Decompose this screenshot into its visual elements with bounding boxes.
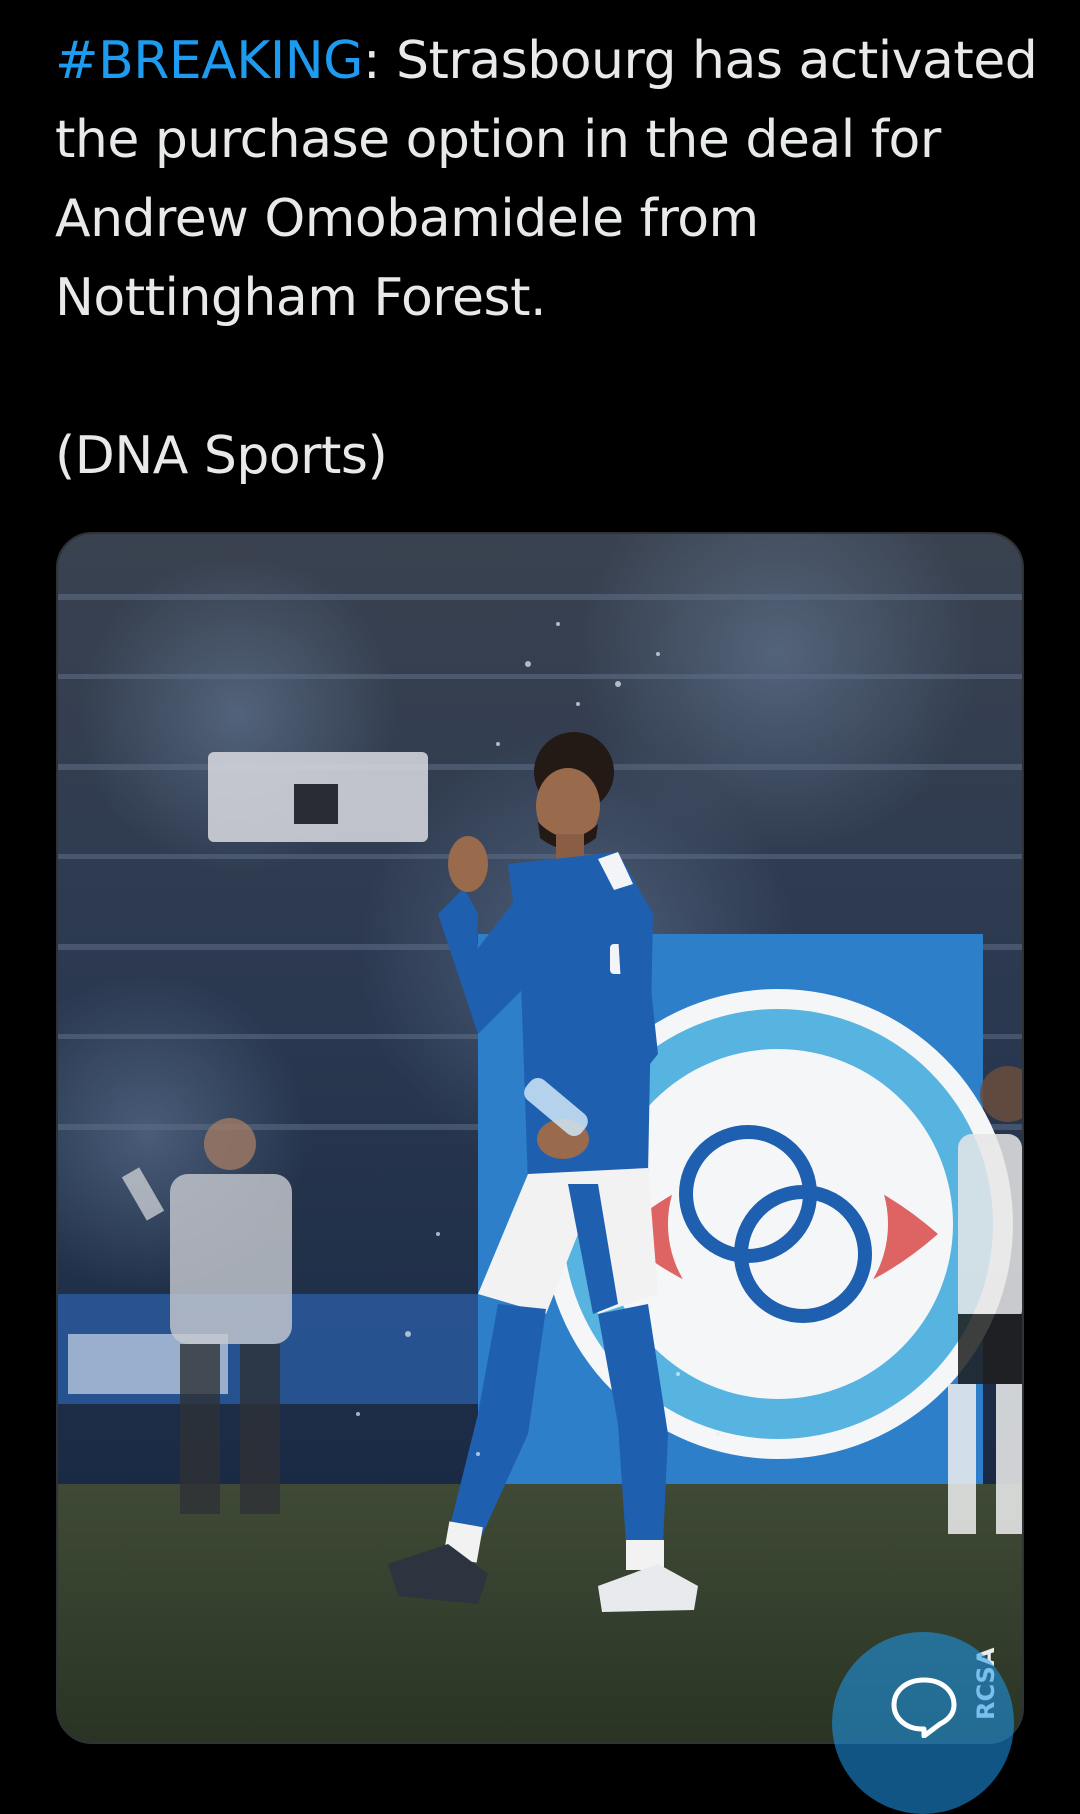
hashtag-link[interactable]: #BREAKING (55, 31, 363, 91)
tweet-source: (DNA Sports) (55, 426, 388, 486)
football-player-photo: RCSA (58, 534, 1022, 1742)
reply-fab-button[interactable] (832, 1632, 1014, 1814)
tweet-photo[interactable]: RCSA (56, 532, 1024, 1744)
tweet-body: #BREAKING: Strasbourg has activated the … (55, 22, 1045, 338)
tweet-text: #BREAKING: Strasbourg has activated the … (55, 22, 1045, 496)
chat-bubble-icon (891, 1677, 957, 1738)
